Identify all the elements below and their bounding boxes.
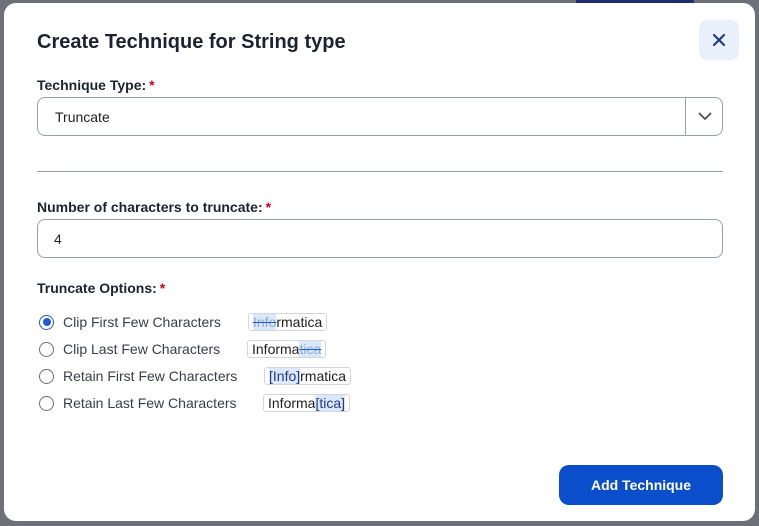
example-marked-part: Info bbox=[253, 314, 277, 330]
char-count-input[interactable] bbox=[37, 219, 723, 258]
example-marked-part: tica bbox=[299, 341, 322, 357]
technique-type-select[interactable]: Truncate bbox=[37, 97, 723, 136]
required-asterisk: * bbox=[149, 77, 155, 93]
example-marked-part: [Info] bbox=[269, 368, 301, 384]
char-count-label-text: Number of characters to truncate: bbox=[37, 199, 263, 215]
option-clip-first-label: Clip First Few Characters bbox=[63, 314, 221, 330]
radio-retain-last[interactable] bbox=[39, 395, 54, 411]
technique-type-label: Technique Type: * bbox=[37, 77, 155, 93]
option-retain-last-label: Retain Last Few Characters bbox=[63, 395, 237, 411]
radio-clip-first[interactable] bbox=[39, 314, 54, 330]
radio-selected-dot bbox=[42, 318, 51, 326]
close-icon bbox=[712, 33, 726, 47]
char-count-label: Number of characters to truncate: * bbox=[37, 199, 271, 215]
truncate-options-label: Truncate Options: * bbox=[37, 280, 165, 296]
technique-type-label-text: Technique Type: bbox=[37, 77, 147, 93]
option-retain-last[interactable]: Retain Last Few Characters bbox=[39, 393, 237, 413]
example-rest: Informa bbox=[252, 341, 300, 357]
example-rest: rmatica bbox=[276, 314, 323, 330]
radio-retain-first[interactable] bbox=[39, 368, 54, 384]
option-retain-first[interactable]: Retain First Few Characters bbox=[39, 366, 237, 386]
dropdown-toggle[interactable] bbox=[686, 98, 723, 135]
section-divider bbox=[37, 171, 723, 172]
example-marked-part: [tica] bbox=[315, 395, 346, 411]
add-technique-button[interactable]: Add Technique bbox=[559, 465, 723, 505]
required-asterisk: * bbox=[159, 280, 166, 296]
example-rest: Informa bbox=[268, 395, 316, 411]
example-clip-last: Informatica bbox=[247, 340, 327, 358]
dialog-title: Create Technique for String type bbox=[37, 31, 346, 53]
truncate-options-label-text: Truncate Options: bbox=[37, 280, 157, 296]
option-clip-last[interactable]: Clip Last Few Characters bbox=[39, 339, 220, 359]
option-clip-last-label: Clip Last Few Characters bbox=[63, 341, 221, 357]
create-technique-dialog: Create Technique for String type Techniq… bbox=[4, 3, 755, 521]
required-asterisk: * bbox=[265, 199, 272, 215]
example-clip-first: Informatica bbox=[248, 313, 328, 331]
option-clip-first[interactable]: Clip First Few Characters bbox=[39, 312, 221, 332]
example-retain-last: Informa[tica] bbox=[263, 394, 351, 412]
example-retain-first: [Info]rmatica bbox=[264, 367, 352, 385]
chevron-down-icon bbox=[698, 112, 711, 120]
option-retain-first-label: Retain First Few Characters bbox=[63, 368, 238, 384]
close-button[interactable] bbox=[699, 20, 739, 60]
technique-type-value: Truncate bbox=[55, 109, 110, 125]
example-rest: rmatica bbox=[300, 368, 347, 384]
radio-clip-last[interactable] bbox=[39, 341, 54, 357]
